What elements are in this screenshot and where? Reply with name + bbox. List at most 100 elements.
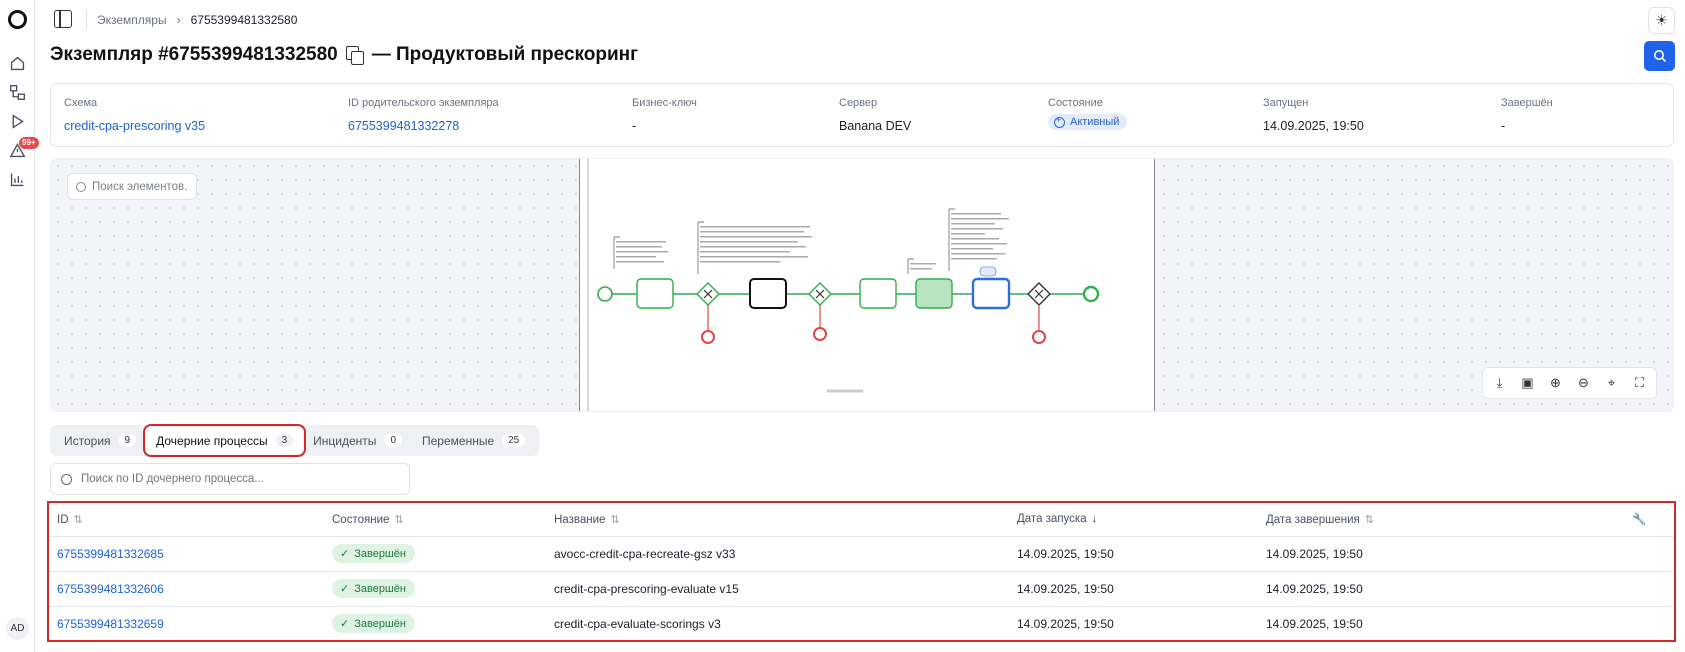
child-start-date: 14.09.2025, 19:50 <box>1009 536 1258 572</box>
state-label: Состояние <box>1048 97 1103 109</box>
tab-child-processes-count: 3 <box>275 434 294 447</box>
bpmn-diagram-graphic <box>587 159 1100 411</box>
tab-variables[interactable]: Переменные 25 <box>412 427 535 454</box>
theme-toggle-button[interactable]: ☀ <box>1648 7 1675 34</box>
user-avatar[interactable]: AD <box>6 617 29 640</box>
check-icon: ✓ <box>340 548 350 560</box>
status-badge-label: Завершён <box>354 582 406 595</box>
column-name[interactable]: Название ⇅ <box>546 503 1009 537</box>
status-badge: ✓ Завершён <box>332 614 415 634</box>
child-start-date: 14.09.2025, 19:50 <box>1017 616 1114 631</box>
finished-field: Завершён - <box>1501 97 1553 133</box>
tab-incidents-count: 0 <box>384 434 402 447</box>
element-search[interactable]: Поиск элементов. <box>67 173 197 200</box>
tab-history[interactable]: История 9 <box>54 427 146 454</box>
wrench-icon[interactable]: 🔧 <box>1632 514 1646 526</box>
sort-icon[interactable]: ⇅ <box>74 514 83 526</box>
page-subtitle: — Продуктовый прескоринг <box>371 44 639 65</box>
finished-value: - <box>1501 119 1506 133</box>
tabs-bar: История 9 Дочерние процессы 3 Инциденты … <box>50 424 540 457</box>
divider <box>86 9 87 29</box>
tab-history-label: История <box>64 433 111 448</box>
table-row[interactable]: 6755399481332659 ✓ Завершён credit-cpa-ev… <box>49 606 1674 641</box>
copy-icon[interactable] <box>345 46 364 65</box>
child-start-date: 14.09.2025, 19:50 <box>1009 571 1258 607</box>
breadcrumb-separator: › <box>176 13 181 27</box>
element-search-placeholder: Поиск элементов. <box>92 180 188 193</box>
column-start-date[interactable]: Дата запуска ↓ <box>1009 503 1258 537</box>
child-end-date: 14.09.2025, 19:50 <box>1266 616 1363 631</box>
child-id-link[interactable]: 6755399481332685 <box>57 547 164 561</box>
started-field: Запущен 14.09.2025, 19:50 <box>1263 97 1364 133</box>
child-id-link[interactable]: 6755399481332606 <box>57 582 164 596</box>
tab-child-processes-label: Дочерние процессы <box>156 433 268 448</box>
search-button[interactable] <box>1644 41 1675 71</box>
processes-icon[interactable] <box>8 83 27 102</box>
started-value: 14.09.2025, 19:50 <box>1263 119 1364 133</box>
sort-icon[interactable]: ⇅ <box>610 514 619 526</box>
center-icon[interactable]: ⌖ <box>1599 371 1624 395</box>
column-state[interactable]: Состояние ⇅ <box>324 503 546 537</box>
tab-variables-count: 25 <box>502 434 526 447</box>
status-badge: Активный <box>1048 114 1128 130</box>
zoom-in-icon[interactable]: ⊕ <box>1543 371 1568 395</box>
tab-child-processes[interactable]: Дочерние процессы 3 <box>143 424 307 457</box>
zoom-out-icon[interactable]: ⊖ <box>1571 371 1596 395</box>
child-process-search-input[interactable] <box>50 463 410 495</box>
analytics-icon[interactable] <box>8 170 27 189</box>
tab-incidents[interactable]: Инциденты 0 <box>303 427 412 454</box>
sort-icon[interactable]: ⇅ <box>1365 514 1374 526</box>
breadcrumb-current: 6755399481332580 <box>190 13 298 27</box>
parent-label: ID родительского экземпляра <box>348 97 499 109</box>
child-name: credit-cpa-evaluate-scorings v3 <box>554 616 721 631</box>
child-end-date: 14.09.2025, 19:50 <box>1258 571 1624 607</box>
breadcrumb-instances-link[interactable]: Экземпляры <box>97 13 167 27</box>
schema-link[interactable]: credit-cpa-prescoring v35 <box>64 119 205 133</box>
breadcrumb: Экземпляры › 6755399481332580 <box>97 13 297 27</box>
column-end-date[interactable]: Дата завершения ⇅ <box>1258 503 1624 537</box>
download-icon[interactable]: ⤓ <box>1487 371 1512 395</box>
status-badge-label: Завершён <box>354 547 406 560</box>
business-key-label: Бизнес-ключ <box>632 97 697 109</box>
search-icon <box>76 182 86 192</box>
home-icon[interactable] <box>8 54 27 73</box>
left-rail: 99+ AD <box>0 0 39 652</box>
finished-label: Завершён <box>1501 97 1553 109</box>
column-settings[interactable]: 🔧 <box>1624 503 1674 537</box>
column-id[interactable]: ID ⇅ <box>49 503 324 537</box>
status-badge-label: Активный <box>1070 116 1120 128</box>
table-row[interactable]: 6755399481332606 ✓ Завершён credit-cpa-pr… <box>49 571 1674 607</box>
child-processes-table: ID ⇅ Состояние ⇅ Название ⇅ Дата запуска ↓ Д… <box>47 501 1676 642</box>
status-badge: ✓ Завершён <box>332 544 415 563</box>
status-badge: ✓ Завершён <box>332 579 415 598</box>
run-icon[interactable] <box>8 112 27 131</box>
status-badge-label: Завершён <box>354 617 406 630</box>
page-title-text: Экземпляр #6755399481332580 <box>50 44 338 65</box>
table-row[interactable]: 6755399481332685 ✓ Завершён avocc-credit-… <box>49 536 1674 572</box>
sidebar-toggle-icon[interactable] <box>54 10 72 28</box>
incidents-badge: 99+ <box>19 137 39 149</box>
tab-incidents-label: Инциденты <box>313 433 377 448</box>
page-title: Экземпляр #6755399481332580 — Продуктовы… <box>50 44 638 66</box>
server-field: Сервер Banana DEV <box>839 97 911 133</box>
parent-link[interactable]: 6755399481332278 <box>348 119 499 133</box>
schema-field: Схема credit-cpa-prescoring v35 <box>64 97 205 133</box>
check-icon: ✓ <box>340 618 350 631</box>
search-icon <box>1653 50 1666 63</box>
sun-icon: ☀ <box>1655 12 1668 28</box>
bpmn-diagram[interactable] <box>579 159 1155 411</box>
logo-icon[interactable] <box>8 10 27 29</box>
schema-label: Схема <box>64 97 98 109</box>
state-field: Состояние Активный <box>1048 97 1128 131</box>
child-id-link[interactable]: 6755399481332659 <box>57 617 164 631</box>
column-end-date-label: Дата завершения <box>1266 513 1360 526</box>
export-image-icon[interactable]: ▣ <box>1515 371 1540 395</box>
column-start-date-label: Дата запуска <box>1017 513 1087 526</box>
parent-field: ID родительского экземпляра 675539948133… <box>348 97 499 133</box>
sort-desc-icon[interactable]: ↓ <box>1092 513 1098 525</box>
business-key-field: Бизнес-ключ - <box>632 97 697 133</box>
diagram-canvas[interactable]: Поиск элементов. ⤓ ▣ ⊕ ⊖ ⌖ ⛶ <box>50 158 1674 412</box>
fit-screen-icon[interactable]: ⛶ <box>1627 371 1652 395</box>
sort-icon[interactable]: ⇅ <box>394 514 403 526</box>
active-icon <box>1054 115 1065 128</box>
